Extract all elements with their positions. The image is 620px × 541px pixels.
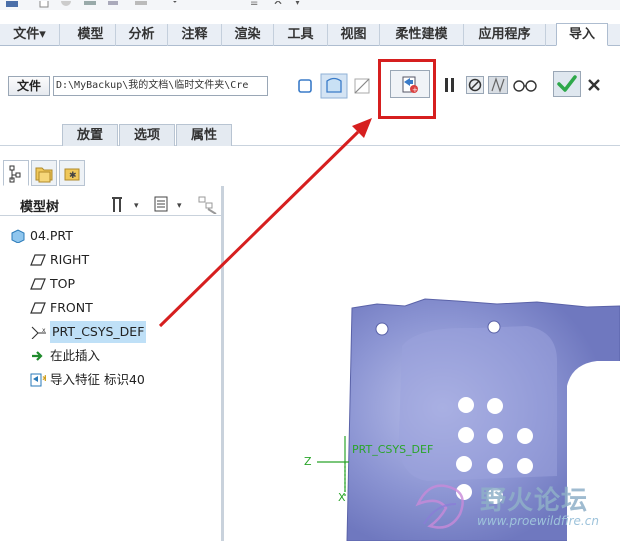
annotation-arrow: [158, 118, 372, 328]
app-window: ↶ ≣ ✕ ▾ 文件▾ 模型 分析 注释 渲染 工具 视图 柔性建模 应用程序 …: [0, 0, 620, 541]
